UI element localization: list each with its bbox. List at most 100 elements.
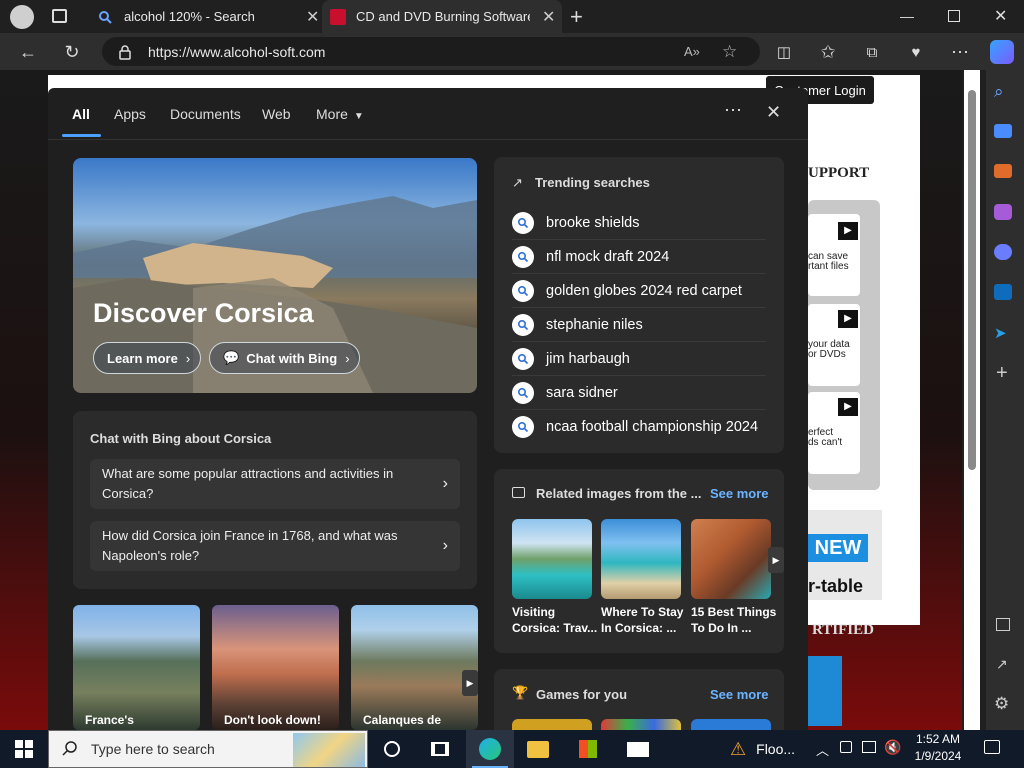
back-button[interactable]: ←	[14, 38, 42, 66]
related-image-caption-1: Visiting	[512, 605, 556, 619]
copilot-app-icon[interactable]	[994, 244, 1012, 260]
search-icon[interactable]: ⌕	[994, 82, 1004, 102]
tab-actions-icon[interactable]	[52, 9, 67, 23]
restore-button[interactable]	[948, 10, 960, 22]
related-image-item[interactable]: Visiting Corsica: Trav...	[512, 519, 597, 635]
game-thumb[interactable]	[601, 719, 681, 730]
notification-icon[interactable]	[984, 740, 1000, 754]
chevron-right-icon: ›	[185, 350, 191, 366]
close-tab-icon[interactable]: ✕	[542, 7, 555, 27]
refresh-button[interactable]: ↻	[58, 38, 86, 66]
close-tab-icon[interactable]: ✕	[306, 7, 319, 27]
games-icon[interactable]	[994, 204, 1012, 220]
more-options-icon[interactable]: ⋯	[724, 100, 742, 121]
task-view-icon[interactable]	[416, 730, 464, 768]
certified-heading: RTIFIED	[812, 622, 874, 638]
tab-apps[interactable]: Apps	[114, 106, 146, 122]
favorites-icon[interactable]: ✩	[814, 38, 842, 66]
close-window-button[interactable]: ✕	[994, 6, 1007, 26]
hero-card[interactable]: Discover Corsica Learn more › 💬 Chat wit…	[73, 158, 477, 393]
badge-table: r-table	[808, 576, 864, 596]
tab-search[interactable]: alcohol 120% - Search ✕	[84, 0, 322, 33]
trending-item[interactable]: brooke shields	[512, 206, 766, 240]
thumb-card[interactable]: Calanques de	[351, 605, 478, 730]
chevron-right-icon: ›	[345, 350, 350, 366]
chat-suggestion[interactable]: What are some popular attractions and ac…	[90, 459, 460, 509]
file-explorer-icon[interactable]	[514, 730, 562, 768]
trending-item[interactable]: jim harbaugh	[512, 342, 766, 376]
address-bar[interactable]: https://www.alcohol-soft.com A» ☆	[102, 37, 760, 66]
copilot-icon[interactable]	[990, 40, 1014, 64]
weather-widget[interactable]: ⚠ Floo...	[730, 730, 810, 768]
tab-alcohol-soft[interactable]: CD and DVD Burning Software - ✕	[322, 0, 562, 33]
tools-icon[interactable]	[994, 164, 1012, 178]
tab-web-label: Web	[262, 106, 291, 122]
tab-web[interactable]: Web	[262, 106, 291, 122]
trending-item[interactable]: golden globes 2024 red carpet	[512, 274, 766, 308]
related-next-arrow[interactable]: ▶	[768, 547, 784, 573]
meet-now-icon[interactable]	[840, 741, 852, 753]
trending-item-label: stephanie niles	[546, 316, 643, 333]
thumbs-next-arrow[interactable]: ▶	[462, 670, 478, 696]
collections-icon[interactable]: ⧉	[858, 38, 886, 66]
url-text[interactable]: https://www.alcohol-soft.com	[148, 44, 325, 60]
chat-with-bing-label: Chat with Bing	[246, 350, 338, 366]
game-thumb[interactable]	[512, 719, 592, 730]
page-scrollbar[interactable]	[964, 70, 980, 730]
favorite-star-icon[interactable]: ☆	[722, 42, 737, 62]
related-image-item[interactable]: Where To Stay In Corsica: ...	[601, 519, 683, 635]
profile-avatar[interactable]	[10, 5, 34, 29]
clock[interactable]: 1:52 AM 1/9/2024	[910, 731, 966, 767]
tab-all[interactable]: All	[72, 106, 90, 122]
alcohol-logo-icon	[330, 8, 346, 25]
thumb-card[interactable]: France's	[73, 605, 200, 730]
chat-suggestion[interactable]: How did Corsica join France in 1768, and…	[90, 521, 460, 571]
portable-badge[interactable]: NEW r-table	[808, 510, 882, 600]
trending-item[interactable]: ncaa football championship 2024	[512, 410, 766, 444]
windows-icon	[15, 740, 33, 758]
warning-icon: ⚠	[730, 738, 747, 759]
outlook-icon[interactable]	[994, 284, 1012, 300]
trending-item[interactable]: sara sidner	[512, 376, 766, 410]
sidebar-layout-icon[interactable]	[996, 618, 1010, 631]
add-icon[interactable]: +	[996, 362, 1008, 385]
taskbar-search-box[interactable]: Type here to search	[48, 730, 368, 768]
browser-essentials-icon[interactable]: ♥	[902, 38, 930, 66]
trending-item[interactable]: nfl mock draft 2024	[512, 240, 766, 274]
search-flyout: All Apps Documents Web More ▼ ⋯ ✕ Discove…	[48, 88, 808, 730]
start-button[interactable]	[0, 730, 48, 768]
chat-with-bing-button[interactable]: 💬 Chat with Bing ›	[209, 342, 360, 374]
related-see-more-link[interactable]: See more	[710, 486, 769, 501]
game-thumb[interactable]	[691, 719, 771, 730]
edge-sidebar: ⌕ ➤ + ↗ ⚙	[986, 70, 1024, 730]
scrollbar-thumb[interactable]	[968, 90, 976, 470]
edge-app-icon[interactable]	[466, 730, 514, 768]
tab-documents[interactable]: Documents	[170, 106, 241, 122]
chevron-up-icon[interactable]: ︿	[816, 740, 829, 759]
read-aloud-icon[interactable]: A»	[684, 44, 700, 59]
chevron-right-icon: ›	[442, 537, 448, 554]
external-link-icon[interactable]: ↗	[996, 656, 1008, 673]
weather-text: Floo...	[756, 741, 796, 757]
settings-more-icon[interactable]: ⋯	[946, 38, 974, 66]
minimize-button[interactable]: —	[900, 8, 914, 24]
split-screen-icon[interactable]: ◫	[770, 38, 798, 66]
trending-item[interactable]: stephanie niles	[512, 308, 766, 342]
thumb-card[interactable]: Don't look down!	[212, 605, 339, 730]
related-image-item[interactable]: 15 Best Things To Do In ...	[691, 519, 776, 635]
tab-more[interactable]: More ▼	[316, 106, 364, 122]
network-icon[interactable]	[862, 741, 876, 753]
learn-more-button[interactable]: Learn more ›	[93, 342, 201, 374]
volume-muted-icon[interactable]: 🔇	[884, 739, 901, 756]
send-icon[interactable]: ➤	[994, 324, 1007, 342]
store-icon[interactable]	[564, 730, 612, 768]
close-flyout-button[interactable]: ✕	[766, 102, 781, 123]
mail-icon[interactable]	[614, 730, 662, 768]
clock-time: 1:52 AM	[915, 732, 961, 746]
shopping-tag-icon[interactable]	[994, 124, 1012, 138]
new-tab-button[interactable]: +	[570, 4, 583, 30]
gear-icon[interactable]: ⚙	[994, 694, 1009, 714]
games-see-more-link[interactable]: See more	[710, 687, 769, 702]
cortana-icon[interactable]	[368, 730, 416, 768]
learn-more-label: Learn more	[107, 350, 178, 366]
